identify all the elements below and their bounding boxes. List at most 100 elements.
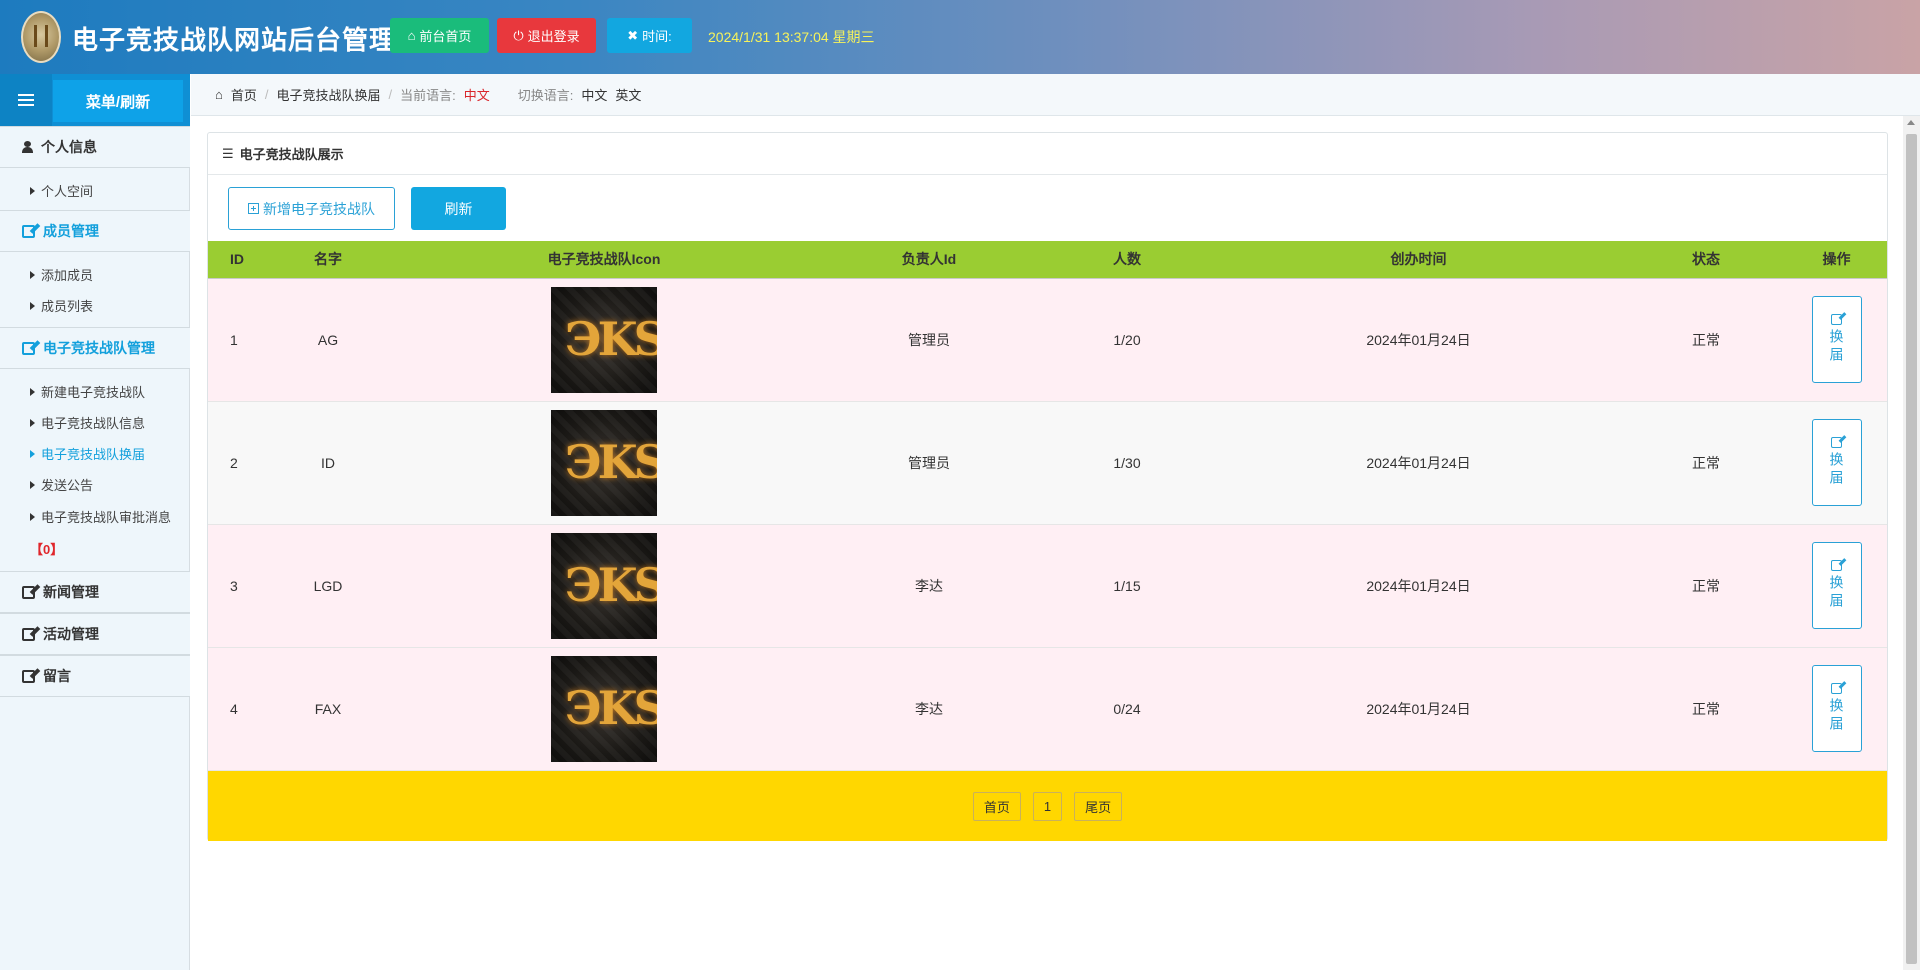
sidebar-item-member-list[interactable]: 成员列表 bbox=[30, 296, 93, 315]
last-page-button[interactable]: 尾页 bbox=[1074, 791, 1123, 821]
sidebar-item-team-succession[interactable]: 电子竞技战队换届 bbox=[30, 444, 145, 463]
switch-language-english[interactable]: 英文 bbox=[615, 85, 641, 104]
succession-button[interactable]: 换届 bbox=[1811, 296, 1862, 383]
column-header-leader: 负责人Id bbox=[815, 241, 1043, 279]
breadcrumb-separator: / bbox=[264, 87, 269, 102]
sidebar-section-label: 个人信息 bbox=[41, 139, 97, 155]
home-icon: ⌂ bbox=[407, 28, 416, 43]
sidebar-section-label: 新闻管理 bbox=[43, 584, 99, 600]
sidebar-item-add-member[interactable]: 添加成员 bbox=[30, 265, 93, 284]
scroll-thumb[interactable] bbox=[1906, 134, 1917, 964]
cell-founded: 2024年01月24日 bbox=[1211, 524, 1626, 648]
succession-button[interactable]: 换届 bbox=[1811, 665, 1862, 752]
cell-id: 3 bbox=[208, 524, 263, 648]
front-home-button[interactable]: ⌂ 前台首页 bbox=[390, 18, 489, 53]
first-page-button[interactable]: 首页 bbox=[972, 791, 1021, 821]
column-header-status: 状态 bbox=[1626, 241, 1786, 279]
succession-label: 换届 bbox=[1828, 698, 1845, 734]
cell-leader: 管理员 bbox=[815, 401, 1043, 525]
sidebar-item-label: 添加成员 bbox=[41, 268, 94, 283]
page-number-button[interactable]: 1 bbox=[1032, 791, 1063, 821]
team-icon-image: ЭKS bbox=[551, 655, 657, 762]
sidebar-item-team-info[interactable]: 电子竞技战队信息 bbox=[30, 413, 145, 432]
vertical-scrollbar[interactable] bbox=[1903, 116, 1920, 970]
caret-right-icon bbox=[30, 270, 35, 279]
breadcrumb-home-link[interactable]: 首页 bbox=[231, 85, 257, 104]
scroll-up-arrow-icon[interactable] bbox=[1907, 120, 1915, 125]
switch-language-chinese[interactable]: 中文 bbox=[581, 85, 607, 104]
hamburger-icon bbox=[18, 94, 34, 106]
column-header-id: ID bbox=[208, 241, 263, 279]
table-row: 3 LGD ЭKS 李达 1/15 2024年01月24日 正常 换届 bbox=[208, 524, 1887, 648]
sidebar-item-approval-messages[interactable]: 电子竞技战队审批消息 bbox=[30, 507, 171, 526]
refresh-button[interactable]: 刷新 bbox=[411, 187, 506, 230]
user-icon bbox=[22, 141, 33, 153]
approval-count-badge: 【0】 bbox=[30, 542, 64, 557]
close-icon: ✖ bbox=[627, 27, 639, 43]
sidebar-section-profile[interactable]: 个人信息 bbox=[0, 126, 190, 168]
cell-icon: ЭKS bbox=[393, 524, 815, 648]
menu-refresh-button[interactable]: 菜单/刷新 bbox=[53, 80, 183, 122]
time-button[interactable]: ✖ 时间: bbox=[607, 18, 692, 53]
power-icon: ⏻ bbox=[513, 27, 524, 43]
sidebar-section-news[interactable]: 新闻管理 bbox=[0, 571, 190, 613]
add-team-button[interactable]: 新增电子竞技战队 bbox=[228, 187, 395, 230]
caret-right-icon bbox=[30, 301, 35, 310]
breadcrumb: ⌂ 首页 / 电子竞技战队换届 / 当前语言: 中文 切换语言: 中文 英文 bbox=[191, 74, 1920, 116]
edit-icon bbox=[22, 224, 35, 238]
cell-status: 正常 bbox=[1626, 401, 1786, 525]
logo-mark-icon bbox=[34, 25, 48, 47]
sidebar-item-label: 电子竞技战队审批消息 bbox=[41, 510, 172, 525]
sidebar-item-new-team[interactable]: 新建电子竞技战队 bbox=[30, 382, 145, 401]
sidebar-item-send-notice[interactable]: 发送公告 bbox=[30, 475, 93, 494]
sidebar-section-members[interactable]: 成员管理 bbox=[0, 210, 190, 252]
logout-button[interactable]: ⏻ 退出登录 bbox=[497, 18, 596, 53]
table-row: 2 ID ЭKS 管理员 1/30 2024年01月24日 正常 换届 bbox=[208, 401, 1887, 525]
table-header-row: ID 名字 电子竞技战队Icon 负责人Id 人数 创办时间 状态 操作 bbox=[208, 241, 1887, 279]
cell-status: 正常 bbox=[1626, 647, 1786, 771]
current-language-label: 当前语言: bbox=[400, 88, 456, 103]
menu-toggle-button[interactable] bbox=[0, 74, 52, 126]
sidebar-section-label: 活动管理 bbox=[43, 626, 99, 642]
cell-icon: ЭKS bbox=[393, 401, 815, 525]
succession-button[interactable]: 换届 bbox=[1811, 419, 1862, 506]
team-display-panel: ☰ 电子竞技战队展示 新增电子竞技战队 刷新 ID 名字 电子竞技战队Icon … bbox=[207, 132, 1888, 841]
team-icon-image: ЭKS bbox=[551, 409, 657, 516]
cell-id: 4 bbox=[208, 647, 263, 771]
column-header-members: 人数 bbox=[1043, 241, 1211, 279]
cell-founded: 2024年01月24日 bbox=[1211, 401, 1626, 525]
sidebar: 菜单/刷新 个人信息 个人空间 成员管理 添加成员 成员列表 电子竞技战队管理 … bbox=[0, 74, 190, 970]
sidebar-section-messages[interactable]: 留言 bbox=[0, 655, 190, 697]
cell-leader: 李达 bbox=[815, 647, 1043, 771]
caret-right-icon bbox=[30, 449, 35, 458]
sidebar-section-team-management[interactable]: 电子竞技战队管理 bbox=[0, 327, 190, 369]
front-home-label: 前台首页 bbox=[419, 29, 472, 44]
sidebar-section-activities[interactable]: 活动管理 bbox=[0, 613, 190, 655]
current-language-value: 中文 bbox=[463, 88, 490, 103]
caret-right-icon bbox=[30, 387, 35, 396]
cell-members: 0/24 bbox=[1043, 647, 1211, 771]
cell-status: 正常 bbox=[1626, 524, 1786, 648]
cell-action: 换届 bbox=[1786, 401, 1887, 525]
cell-leader: 李达 bbox=[815, 524, 1043, 648]
column-header-action: 操作 bbox=[1786, 241, 1887, 279]
site-logo bbox=[21, 11, 61, 63]
add-team-label: 新增电子竞技战队 bbox=[263, 200, 375, 217]
table-row: 4 FAX ЭKS 李达 0/24 2024年01月24日 正常 换届 bbox=[208, 647, 1887, 771]
panel-header: ☰ 电子竞技战队展示 bbox=[208, 133, 1887, 175]
panel-title: 电子竞技战队展示 bbox=[239, 147, 344, 162]
top-header: 电子竞技战队网站后台管理 ⌂ 前台首页 ⏻ 退出登录 ✖ 时间: 2024/1/… bbox=[0, 0, 1920, 74]
sidebar-item-label: 电子竞技战队信息 bbox=[41, 416, 146, 431]
sidebar-item-personal-space[interactable]: 个人空间 bbox=[30, 181, 93, 200]
team-icon-image: ЭKS bbox=[551, 532, 657, 639]
caret-right-icon bbox=[30, 186, 35, 195]
caret-right-icon bbox=[30, 512, 35, 521]
edit-icon bbox=[1831, 437, 1842, 448]
sidebar-item-label: 个人空间 bbox=[41, 184, 94, 199]
succession-button[interactable]: 换届 bbox=[1811, 542, 1862, 629]
edit-icon bbox=[1831, 683, 1842, 694]
edit-icon bbox=[1831, 560, 1842, 571]
sidebar-item-label: 电子竞技战队换届 bbox=[41, 447, 146, 462]
column-header-icon: 电子竞技战队Icon bbox=[393, 241, 815, 279]
cell-name: LGD bbox=[263, 524, 393, 648]
